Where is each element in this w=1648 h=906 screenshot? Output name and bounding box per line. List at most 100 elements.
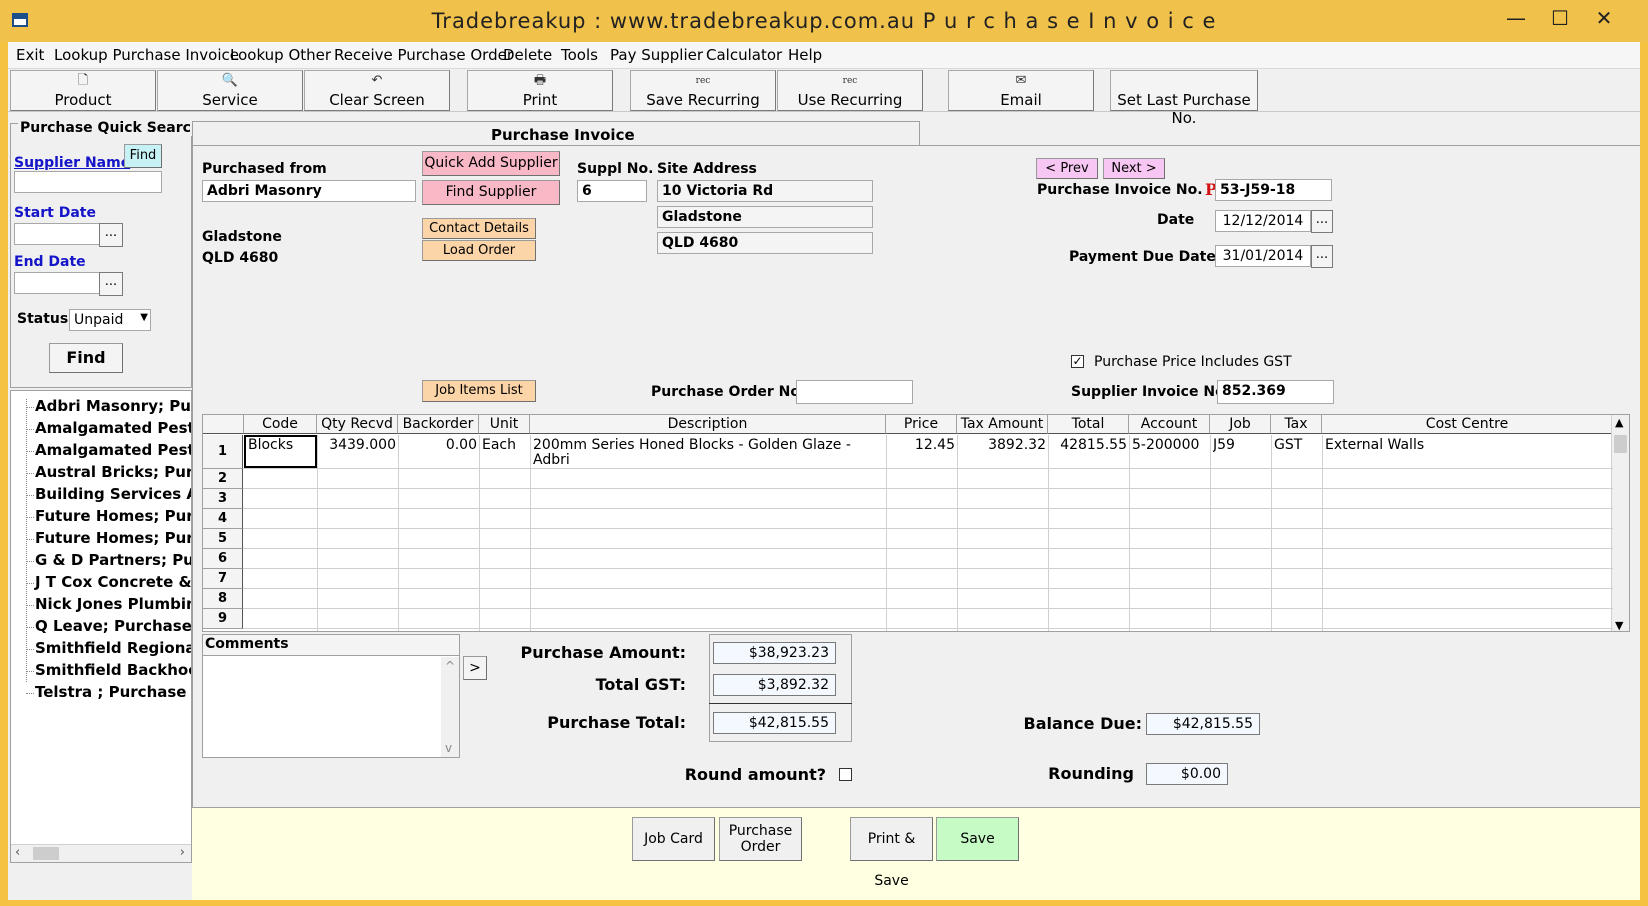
cell-unit[interactable]: Each xyxy=(482,437,530,453)
close-button[interactable]: ✕ xyxy=(1582,3,1626,33)
col-qty-recvd[interactable]: Qty Recvd xyxy=(317,415,398,434)
list-item[interactable]: G & D Partners; Purchase Invoice xyxy=(35,551,191,569)
grid-vertical-scrollbar[interactable]: ▲ ▼ xyxy=(1611,415,1629,631)
comments-box[interactable]: Comments ^ v xyxy=(202,634,460,758)
supplier-name-label[interactable]: Supplier Name xyxy=(14,155,130,171)
prev-button[interactable]: < Prev xyxy=(1036,158,1098,179)
suppl-no-input[interactable]: 6 xyxy=(577,180,647,202)
list-item[interactable]: Smithfield Backhoe Hire; Purchase Invoic… xyxy=(35,661,191,679)
row-header[interactable]: 5 xyxy=(203,529,243,549)
contact-details-button[interactable]: Contact Details xyxy=(422,218,536,239)
row-header[interactable]: 3 xyxy=(203,489,243,509)
save-recurring-button[interactable]: rec Save Recurring xyxy=(630,70,776,111)
gst-includes-checkbox[interactable]: ✓ xyxy=(1071,355,1084,368)
minimize-button[interactable]: — xyxy=(1494,3,1538,33)
list-item[interactable]: Building Services Australia; Purchase In… xyxy=(35,485,191,503)
list-item[interactable]: Future Homes; Purchase Invoice xyxy=(35,507,191,525)
use-recurring-button[interactable]: rec Use Recurring xyxy=(777,70,923,111)
row-header[interactable]: 1 xyxy=(203,435,243,469)
menu-receive-purchase-order[interactable]: Receive Purchase Order xyxy=(334,46,513,64)
comments-scrollbar[interactable]: ^ v xyxy=(441,657,459,757)
job-items-list-button[interactable]: Job Items List xyxy=(422,380,536,402)
row-header[interactable]: 7 xyxy=(203,569,243,589)
site-address-line3[interactable]: QLD 4680 xyxy=(657,232,873,254)
print-and-save-button[interactable]: Print & Save xyxy=(850,817,933,889)
menu-pay-supplier[interactable]: Pay Supplier xyxy=(610,46,703,64)
payment-due-date-input[interactable]: 31/01/2014 xyxy=(1215,245,1311,267)
tab-purchase-invoice[interactable]: Purchase Invoice xyxy=(192,121,920,146)
scroll-down-icon[interactable]: v xyxy=(445,741,452,755)
service-button[interactable]: 🔍 Service xyxy=(157,70,303,111)
line-items-grid[interactable]: Code Qty Recvd Backorder Unit Descriptio… xyxy=(202,414,1630,632)
menu-tools[interactable]: Tools xyxy=(561,46,598,64)
end-date-input[interactable] xyxy=(14,272,100,294)
scroll-right-icon[interactable]: › xyxy=(180,845,185,860)
supplier-invoice-no-input[interactable]: 852.369 xyxy=(1217,380,1334,404)
menu-calculator[interactable]: Calculator xyxy=(706,46,782,64)
row-header[interactable]: 4 xyxy=(203,509,243,529)
col-account[interactable]: Account xyxy=(1129,415,1210,434)
comments-expand-button[interactable]: > xyxy=(463,656,487,680)
col-code[interactable]: Code xyxy=(244,415,317,434)
load-order-button[interactable]: Load Order xyxy=(422,240,536,261)
cell-description-line1[interactable]: 200mm Series Honed Blocks - Golden Glaze… xyxy=(533,437,885,453)
scroll-up-icon[interactable]: ^ xyxy=(445,659,455,673)
col-cost-centre[interactable]: Cost Centre xyxy=(1322,415,1613,434)
list-item[interactable]: Future Homes; Purchase Invoice xyxy=(35,529,191,547)
cell-price[interactable]: 12.45 xyxy=(886,437,955,453)
quick-search-find-button[interactable]: Find xyxy=(49,343,123,373)
col-tax[interactable]: Tax xyxy=(1271,415,1322,434)
job-card-button[interactable]: Job Card xyxy=(632,817,715,861)
round-amount-checkbox[interactable] xyxy=(839,768,852,781)
email-button[interactable]: ✉ Email xyxy=(948,70,1094,111)
col-tax-amount[interactable]: Tax Amount xyxy=(957,415,1048,434)
maximize-button[interactable]: ☐ xyxy=(1538,3,1582,33)
cell-tax-amount[interactable]: 3892.32 xyxy=(957,437,1046,453)
scroll-thumb[interactable] xyxy=(1614,435,1627,453)
product-button[interactable]: 🗋 Product xyxy=(10,70,156,111)
invoice-no-input[interactable]: 53-J59-18 xyxy=(1215,179,1332,201)
status-select[interactable]: Unpaid ▼ xyxy=(69,309,151,331)
scroll-left-icon[interactable]: ‹ xyxy=(15,845,20,860)
start-date-input[interactable] xyxy=(14,223,100,245)
print-button[interactable]: 🖶 Print xyxy=(467,70,613,111)
quick-add-supplier-button[interactable]: Quick Add Supplier xyxy=(422,151,560,176)
purchased-from-input[interactable]: Adbri Masonry xyxy=(202,180,416,202)
row-header[interactable]: 9 xyxy=(203,609,243,629)
scroll-down-icon[interactable]: ▼ xyxy=(1615,619,1623,631)
cell-cost-centre[interactable]: External Walls xyxy=(1325,437,1611,453)
find-small-button[interactable]: Find xyxy=(124,144,162,168)
row-header[interactable]: 8 xyxy=(203,589,243,609)
list-item[interactable]: Smithfield Regional; Purchase Invoice xyxy=(35,639,191,657)
cell-code[interactable]: Blocks xyxy=(244,435,317,468)
row-header[interactable]: 6 xyxy=(203,549,243,569)
list-item[interactable]: Adbri Masonry; Purchase Invoice xyxy=(35,397,191,415)
list-item[interactable]: J T Cox Concrete & Steel; Purchase Invoi… xyxy=(35,573,191,591)
cell-backorder[interactable]: 0.00 xyxy=(398,437,477,453)
menu-exit[interactable]: Exit xyxy=(16,46,44,64)
next-button[interactable]: Next > xyxy=(1103,158,1165,179)
date-input[interactable]: 12/12/2014 xyxy=(1215,210,1311,232)
col-description[interactable]: Description xyxy=(530,415,886,434)
col-job[interactable]: Job xyxy=(1210,415,1271,434)
save-button[interactable]: Save xyxy=(936,817,1019,861)
list-item[interactable]: Amalgamated Pest Control; Purchase Invoi… xyxy=(35,419,191,437)
find-supplier-button[interactable]: Find Supplier xyxy=(422,180,560,205)
purchase-order-button[interactable]: Purchase Order xyxy=(719,817,802,861)
scroll-thumb[interactable] xyxy=(33,847,59,860)
col-unit[interactable]: Unit xyxy=(479,415,530,434)
cell-total[interactable]: 42815.55 xyxy=(1048,437,1127,453)
supplier-name-input[interactable] xyxy=(14,171,162,193)
list-item[interactable]: Telstra ; Purchase Invoice xyxy=(35,683,191,701)
set-last-purchase-button[interactable]: Set Last Purchase No. xyxy=(1110,70,1258,127)
date-picker-button[interactable]: ... xyxy=(1311,210,1333,233)
col-total[interactable]: Total xyxy=(1048,415,1129,434)
scroll-up-icon[interactable]: ▲ xyxy=(1615,416,1623,429)
list-item[interactable]: Amalgamated Pest Control; Purchase Invoi… xyxy=(35,441,191,459)
menu-help[interactable]: Help xyxy=(788,46,822,64)
cell-account[interactable]: 5-200000 xyxy=(1132,437,1210,453)
payment-due-date-picker-button[interactable]: ... xyxy=(1311,245,1333,268)
cell-job[interactable]: J59 xyxy=(1213,437,1271,453)
horizontal-scrollbar[interactable]: ‹ › xyxy=(11,844,191,862)
list-item[interactable]: Austral Bricks; Purchase Invoice xyxy=(35,463,191,481)
